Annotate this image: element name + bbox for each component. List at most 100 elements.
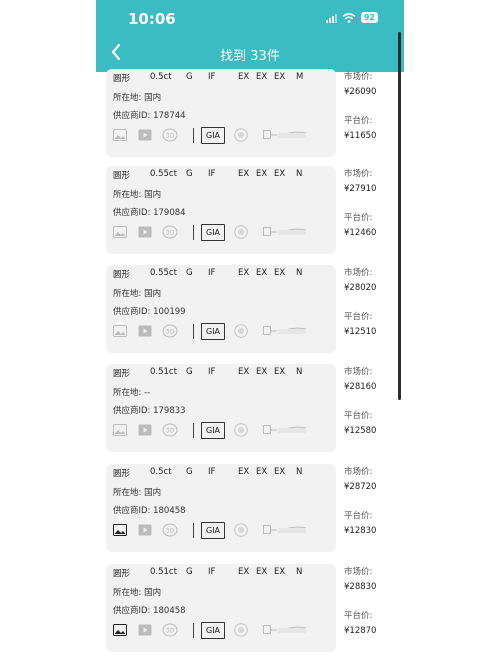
- fluorescence-grade: N: [296, 367, 303, 377]
- 3d-view-icon[interactable]: 3D: [162, 423, 178, 437]
- sarine-logo-icon[interactable]: [263, 624, 307, 636]
- clarity-grade: IF: [208, 367, 216, 377]
- platform-price: ¥12510: [344, 327, 377, 337]
- 3d-view-icon[interactable]: 3D: [162, 225, 178, 239]
- 3d-view-icon[interactable]: 3D: [162, 324, 178, 338]
- polish-grade: EX: [256, 268, 268, 278]
- list-item[interactable]: 圆形 0.55ct G IF EX EX EX N 所在地: 国内 供应商ID:…: [96, 166, 404, 262]
- shape: 圆形: [113, 569, 131, 579]
- polish-grade: EX: [256, 567, 268, 577]
- svg-text:3D: 3D: [166, 628, 175, 635]
- platform-price-label: 平台价:: [344, 611, 373, 621]
- status-time: 10:06: [128, 10, 176, 28]
- diamond-card[interactable]: 圆形 0.51ct G IF EX EX EX N 所在地: -- 供应商ID:…: [106, 364, 336, 452]
- diamond-card[interactable]: 圆形 0.55ct G IF EX EX EX N 所在地: 国内 供应商ID:…: [106, 166, 336, 254]
- image-icon[interactable]: [113, 226, 127, 238]
- svg-text:3D: 3D: [166, 230, 175, 237]
- image-icon[interactable]: [113, 325, 127, 337]
- phone-screen: 10:06 92 找到 33件 圆形 0.5ct G IF EX EX EX M…: [96, 0, 404, 656]
- gia-certificate-button[interactable]: GIA: [201, 127, 226, 144]
- 3d-view-icon[interactable]: 3D: [162, 523, 178, 537]
- diamond-light-icon[interactable]: [234, 324, 248, 338]
- platform-price-label: 平台价:: [344, 312, 373, 322]
- scrollbar[interactable]: [398, 32, 401, 400]
- sarine-logo-icon[interactable]: [263, 226, 307, 238]
- cut-grade: EX: [238, 72, 250, 82]
- sarine-logo-icon[interactable]: [263, 524, 307, 536]
- polish-grade: EX: [256, 72, 268, 82]
- sarine-logo-icon[interactable]: [263, 325, 307, 337]
- symmetry-grade: EX: [274, 169, 286, 179]
- video-icon[interactable]: [138, 524, 152, 536]
- gia-certificate-button[interactable]: GIA: [201, 422, 226, 439]
- location: 所在地: 国内: [113, 190, 162, 200]
- carat: 0.55ct: [150, 169, 177, 179]
- market-price: ¥28720: [344, 482, 377, 492]
- diamond-card[interactable]: 圆形 0.5ct G IF EX EX EX M 所在地: 国内 供应商ID: …: [106, 69, 336, 157]
- list-item[interactable]: 圆形 0.51ct G IF EX EX EX N 所在地: -- 供应商ID:…: [96, 364, 404, 460]
- 3d-view-icon[interactable]: 3D: [162, 128, 178, 142]
- market-price: ¥28830: [344, 582, 377, 592]
- diamond-light-icon[interactable]: [234, 128, 248, 142]
- status-icons: 92: [325, 12, 378, 23]
- symmetry-grade: EX: [274, 367, 286, 377]
- market-price-label: 市场价:: [344, 567, 373, 577]
- video-icon[interactable]: [138, 624, 152, 636]
- gia-certificate-button[interactable]: GIA: [201, 224, 226, 241]
- separator: [193, 225, 194, 240]
- diamond-card[interactable]: 圆形 0.55ct G IF EX EX EX N 所在地: 国内 供应商ID:…: [106, 265, 336, 353]
- gia-certificate-button[interactable]: GIA: [201, 323, 226, 340]
- location: 所在地: 国内: [113, 93, 162, 103]
- carat: 0.5ct: [150, 72, 172, 82]
- shape: 圆形: [113, 171, 131, 181]
- gia-certificate-button[interactable]: GIA: [201, 622, 226, 639]
- diamond-light-icon[interactable]: [234, 523, 248, 537]
- list-item[interactable]: 圆形 0.5ct G IF EX EX EX N 所在地: 国内 供应商ID: …: [96, 464, 404, 560]
- svg-text:3D: 3D: [166, 329, 175, 336]
- clarity-grade: IF: [208, 72, 216, 82]
- video-icon[interactable]: [138, 129, 152, 141]
- header: 10:06 92 找到 33件: [96, 0, 404, 72]
- diamond-card[interactable]: 圆形 0.51ct G IF EX EX EX N 所在地: 国内 供应商ID:…: [106, 564, 336, 652]
- fluorescence-grade: N: [296, 467, 303, 477]
- diamond-light-icon[interactable]: [234, 423, 248, 437]
- shape: 圆形: [113, 270, 131, 280]
- supplier-id: 供应商ID: 100199: [113, 307, 186, 317]
- sarine-logo-icon[interactable]: [263, 424, 307, 436]
- shape: 圆形: [113, 369, 131, 379]
- diamond-card[interactable]: 圆形 0.5ct G IF EX EX EX N 所在地: 国内 供应商ID: …: [106, 464, 336, 552]
- image-icon[interactable]: [113, 424, 127, 436]
- market-price: ¥28160: [344, 382, 377, 392]
- carat: 0.51ct: [150, 367, 177, 377]
- polish-grade: EX: [256, 367, 268, 377]
- market-price: ¥27910: [344, 184, 377, 194]
- diamond-light-icon[interactable]: [234, 623, 248, 637]
- sarine-logo-icon[interactable]: [263, 129, 307, 141]
- battery-icon: 92: [360, 12, 378, 23]
- list-item[interactable]: 圆形 0.5ct G IF EX EX EX M 所在地: 国内 供应商ID: …: [96, 69, 404, 165]
- video-icon[interactable]: [138, 325, 152, 337]
- symmetry-grade: EX: [274, 567, 286, 577]
- location: 所在地: --: [113, 388, 151, 398]
- image-icon[interactable]: [113, 129, 127, 141]
- video-icon[interactable]: [138, 226, 152, 238]
- carat: 0.5ct: [150, 467, 172, 477]
- separator: [193, 623, 194, 638]
- list-item[interactable]: 圆形 0.55ct G IF EX EX EX N 所在地: 国内 供应商ID:…: [96, 265, 404, 361]
- svg-text:3D: 3D: [166, 133, 175, 140]
- list-item[interactable]: 圆形 0.51ct G IF EX EX EX N 所在地: 国内 供应商ID:…: [96, 564, 404, 656]
- 3d-view-icon[interactable]: 3D: [162, 623, 178, 637]
- supplier-id: 供应商ID: 179833: [113, 406, 186, 416]
- clarity-grade: IF: [208, 567, 216, 577]
- gia-certificate-button[interactable]: GIA: [201, 522, 226, 539]
- market-price-label: 市场价:: [344, 72, 373, 82]
- diamond-light-icon[interactable]: [234, 225, 248, 239]
- video-icon[interactable]: [138, 424, 152, 436]
- location: 所在地: 国内: [113, 289, 162, 299]
- polish-grade: EX: [256, 169, 268, 179]
- symmetry-grade: EX: [274, 268, 286, 278]
- color-grade: G: [186, 367, 193, 377]
- platform-price: ¥12830: [344, 526, 377, 536]
- image-icon[interactable]: [113, 624, 127, 636]
- image-icon[interactable]: [113, 524, 127, 536]
